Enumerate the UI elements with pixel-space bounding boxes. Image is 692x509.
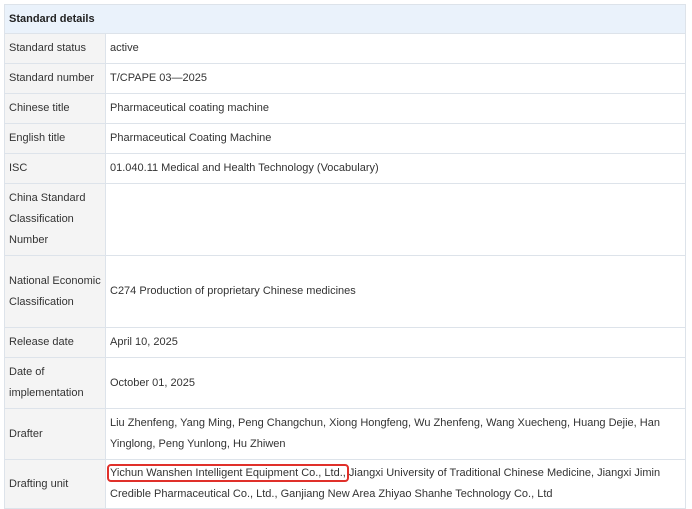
table-row: ISC 01.040.11 Medical and Health Technol…	[5, 153, 685, 184]
row-label: Drafting unit	[5, 459, 106, 508]
row-label: China Standard Classification Number	[5, 183, 106, 256]
table-row: Standard status active	[5, 34, 685, 64]
row-value: Pharmaceutical Coating Machine	[105, 123, 685, 154]
standard-details-panel: Standard details Standard status active …	[4, 4, 686, 509]
row-value: T/CPAPE 03—2025	[105, 63, 685, 94]
row-value: April 10, 2025	[105, 327, 685, 358]
table-row: Standard number T/CPAPE 03—2025	[5, 63, 685, 94]
row-label: English title	[5, 123, 106, 154]
row-label: ISC	[5, 153, 106, 184]
row-value: Pharmaceutical coating machine	[105, 93, 685, 124]
row-label: Drafter	[5, 408, 106, 460]
row-label: Chinese title	[5, 93, 106, 124]
row-label: Standard number	[5, 63, 106, 94]
table-row: Drafting unit Yichun Wanshen Intelligent…	[5, 459, 686, 509]
highlighted-drafting-unit: Yichun Wanshen Intelligent Equipment Co.…	[107, 464, 349, 482]
row-label: Release date	[5, 327, 106, 358]
row-label: Standard status	[5, 34, 106, 64]
row-value: Yichun Wanshen Intelligent Equipment Co.…	[106, 460, 686, 509]
table-row: English title Pharmaceutical Coating Mac…	[5, 123, 685, 154]
panel-title: Standard details	[5, 5, 685, 34]
row-label: National Economic Classification	[5, 255, 106, 328]
row-value: October 01, 2025	[105, 357, 685, 409]
table-row: Date of implementation October 01, 2025	[5, 357, 685, 409]
table-row: China Standard Classification Number	[5, 183, 685, 256]
table-row: Chinese title Pharmaceutical coating mac…	[5, 93, 685, 124]
table-row: National Economic Classification C274 Pr…	[5, 255, 685, 328]
row-value: C274 Production of proprietary Chinese m…	[105, 255, 685, 328]
row-value: active	[105, 34, 685, 64]
table-row: Drafter Liu Zhenfeng, Yang Ming, Peng Ch…	[5, 408, 685, 460]
table-row: Release date April 10, 2025	[5, 327, 685, 358]
row-value	[105, 183, 685, 256]
row-value: Liu Zhenfeng, Yang Ming, Peng Changchun,…	[105, 408, 685, 460]
row-label: Date of implementation	[5, 357, 106, 409]
details-table: Standard status active Standard number T…	[5, 34, 685, 508]
row-value: 01.040.11 Medical and Health Technology …	[105, 153, 685, 184]
